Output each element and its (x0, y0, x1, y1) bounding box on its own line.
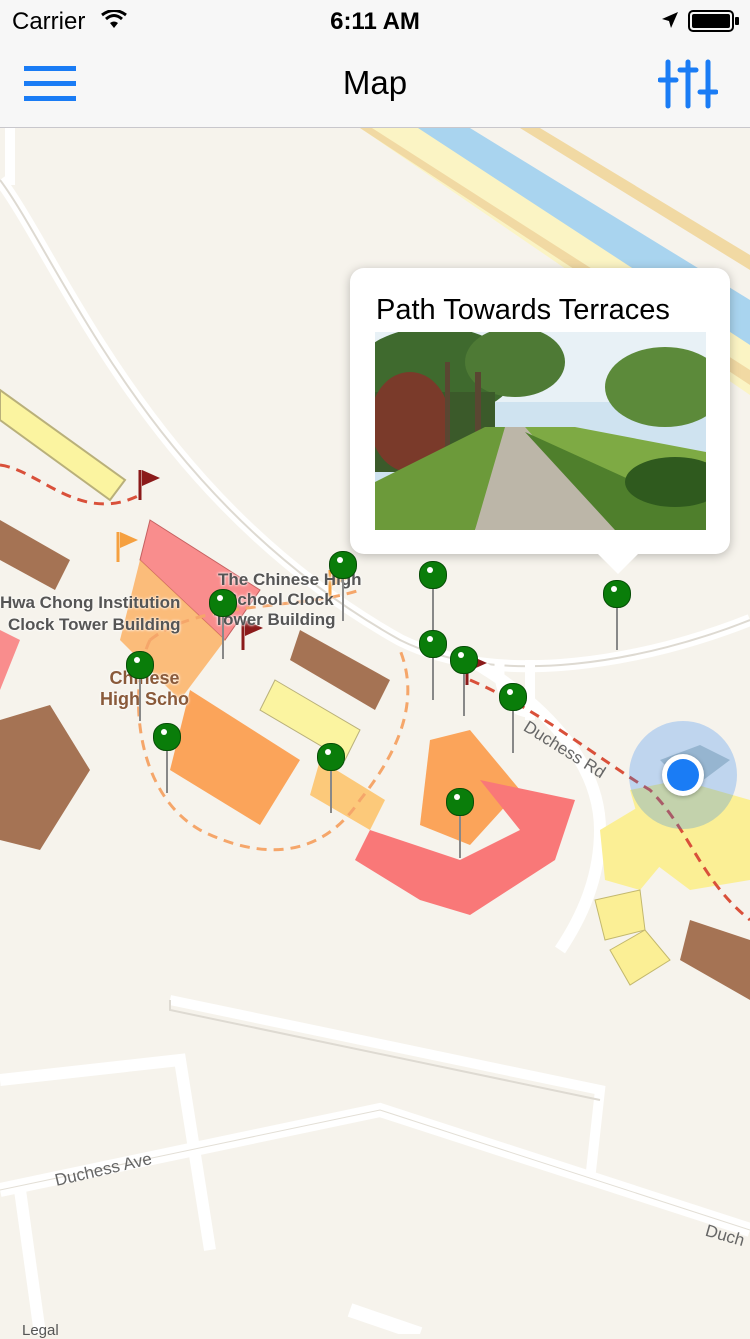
battery-icon (688, 10, 739, 32)
place-label: Hwa Chong Institution (0, 593, 181, 612)
map-pin[interactable] (446, 788, 474, 860)
map-pin[interactable] (450, 646, 478, 718)
map-pin[interactable] (603, 580, 631, 652)
map-pin[interactable] (126, 651, 154, 723)
place-label: School Clock (226, 590, 334, 609)
user-location-dot (629, 721, 737, 829)
map-pin[interactable] (209, 589, 237, 661)
navigation-bar: Map (0, 40, 750, 128)
map-pin[interactable] (329, 551, 357, 623)
status-bar: Carrier 6:11 AM (0, 0, 750, 40)
map-pin[interactable] (499, 683, 527, 755)
sliders-filter-icon[interactable] (657, 58, 719, 110)
place-label: Clock Tower Building (8, 615, 181, 634)
page-title: Map (342, 64, 408, 101)
callout-photo[interactable] (375, 332, 706, 530)
map-pin[interactable] (419, 630, 447, 702)
legal-link[interactable]: Legal (22, 1322, 59, 1339)
callout-title: Path Towards Terraces (376, 294, 670, 326)
map-pin[interactable] (153, 723, 181, 795)
map-pin[interactable] (419, 561, 447, 633)
map-callout[interactable]: Path Towards Terraces (350, 268, 730, 574)
map-pin[interactable] (317, 743, 345, 815)
location-arrow-icon (662, 12, 678, 28)
clock: 6:11 AM (330, 8, 420, 35)
